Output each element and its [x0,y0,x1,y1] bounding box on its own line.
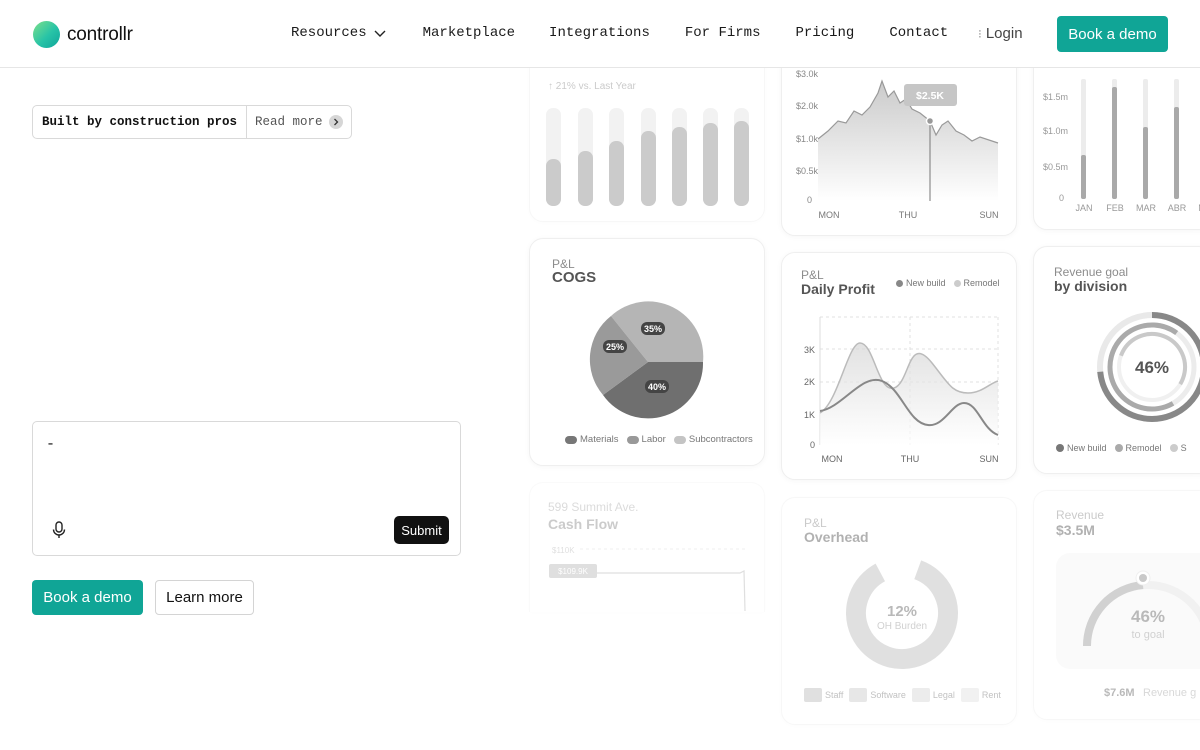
overhead-sub: OH Burden [877,621,927,632]
svg-text:0: 0 [1059,193,1064,203]
cogs-pie-chart: 35% 25% 40% [589,301,704,419]
svg-text:25%: 25% [606,342,624,352]
nav-link-marketplace[interactable]: Marketplace [423,25,515,41]
cogs-legend: Materials Labor Subcontractors [565,434,753,445]
svg-text:SUN: SUN [979,454,998,464]
prompt-input[interactable]: - Submit [32,421,461,556]
chevron-down-icon [374,30,386,37]
svg-text:$2.0k: $2.0k [796,101,819,111]
line-tooltip: $2.5K [916,90,944,102]
svg-text:$109.9K: $109.9K [558,567,588,576]
revenue-goal-rings: 46% [1097,312,1200,422]
revenue-line-card: $3.0k $2.0k $1.0k $0.5k 0 $2.5K MON THU … [781,50,1017,236]
nav-link-pricing[interactable]: Pricing [796,25,855,41]
revenue-goal-legend: New build Remodel S [1056,443,1187,453]
bars-card: ↑ 21% vs. Last Year [529,50,765,222]
svg-text:$1.5m: $1.5m [1043,92,1068,102]
login-link[interactable]: ⁝ Login [978,25,1023,42]
daily-profit-card: P&L Daily Profit New build Remodel 3K 2K… [781,252,1017,480]
revenue-line-chart: $3.0k $2.0k $1.0k $0.5k 0 $2.5K MON THU … [796,69,999,220]
revenue-goal-card: Revenue goal by division 46% New build R… [1033,246,1200,474]
svg-text:0: 0 [807,195,812,205]
svg-text:FEB: FEB [1106,203,1124,213]
logo-mark-icon [33,21,60,48]
cash-flow-card: 599 Summit Ave. Cash Flow $110K $109.9K [529,482,765,612]
revenue-gauge: 46% to goal $7.6M Revenue g [1056,553,1200,699]
daily-profit-chart: 3K 2K 1K 0 MON THU SUN [804,316,999,464]
brand-logo[interactable]: controllr [33,21,133,48]
brand-name: controllr [67,23,133,45]
svg-text:JAN: JAN [1075,203,1092,213]
svg-text:THU: THU [899,210,918,220]
svg-text:$0.5m: $0.5m [1043,162,1068,172]
svg-text:$110K: $110K [552,546,575,555]
svg-text:1K: 1K [804,410,815,420]
microphone-icon[interactable] [51,521,67,539]
svg-text:MAR: MAR [1136,203,1157,213]
bars-chart [546,108,749,206]
login-icon: ⁝ [978,26,982,41]
svg-text:SUN: SUN [979,210,998,220]
svg-text:$7.6M: $7.6M [1104,687,1135,699]
submit-button[interactable]: Submit [394,516,449,544]
svg-text:3K: 3K [804,345,815,355]
nav-link-integrations[interactable]: Integrations [549,25,650,41]
nav-link-contact[interactable]: Contact [889,25,948,41]
overhead-value: 12% [887,603,917,620]
svg-text:0: 0 [810,440,815,450]
nav-link-for-firms[interactable]: For Firms [685,25,761,41]
svg-text:THU: THU [901,454,920,464]
svg-text:$1.0k: $1.0k [796,134,819,144]
nav-link-resources[interactable]: Resources [291,25,387,41]
svg-text:2K: 2K [804,377,815,387]
revenue-gauge-sub: to goal [1131,629,1164,641]
svg-text:$0.5k: $0.5k [796,166,819,176]
book-demo-button[interactable]: Book a demo [32,580,143,615]
read-more-link[interactable]: Read more [247,115,351,129]
badge-text: Built by construction pros [33,106,248,138]
svg-text:Revenue g: Revenue g [1143,687,1196,699]
top-navigation: controllr Resources Marketplace Integrat… [0,0,1200,68]
svg-text:MON: MON [822,454,843,464]
chevron-right-icon [328,115,343,129]
cash-flow-chart: $110K $109.9K [549,546,746,612]
svg-text:40%: 40% [648,382,666,392]
svg-text:MON: MON [819,210,840,220]
svg-text:35%: 35% [644,324,662,334]
book-demo-button-nav[interactable]: Book a demo [1057,16,1168,52]
learn-more-button[interactable]: Learn more [155,580,254,615]
monthly-bars-card: $1.5m $1.0m $0.5m 0 JAN FEB MAR ABR M [1033,50,1200,230]
revenue-card: Revenue $3.5M 46% to goal $7.6M Revenue … [1033,490,1200,720]
announcement-badge[interactable]: Built by construction pros Read more [32,105,352,139]
prompt-text[interactable]: - [46,436,55,453]
svg-text:$1.0m: $1.0m [1043,126,1068,136]
monthly-bars-chart: $1.5m $1.0m $0.5m 0 JAN FEB MAR ABR M [1043,79,1200,213]
cogs-card: P&L COGS 35% 25% 40% Materials Labor Sub… [529,238,765,466]
svg-text:ABR: ABR [1168,203,1187,213]
revenue-goal-value: 46% [1135,358,1169,377]
revenue-gauge-value: 46% [1131,607,1165,626]
svg-text:$3.0k: $3.0k [796,69,819,79]
overhead-legend: Staff Software Legal Rent [804,688,1001,702]
nav-links: Resources Marketplace Integrations For F… [291,25,948,41]
overhead-card: P&L Overhead 12% OH Burden Staff Softwar… [781,497,1017,725]
